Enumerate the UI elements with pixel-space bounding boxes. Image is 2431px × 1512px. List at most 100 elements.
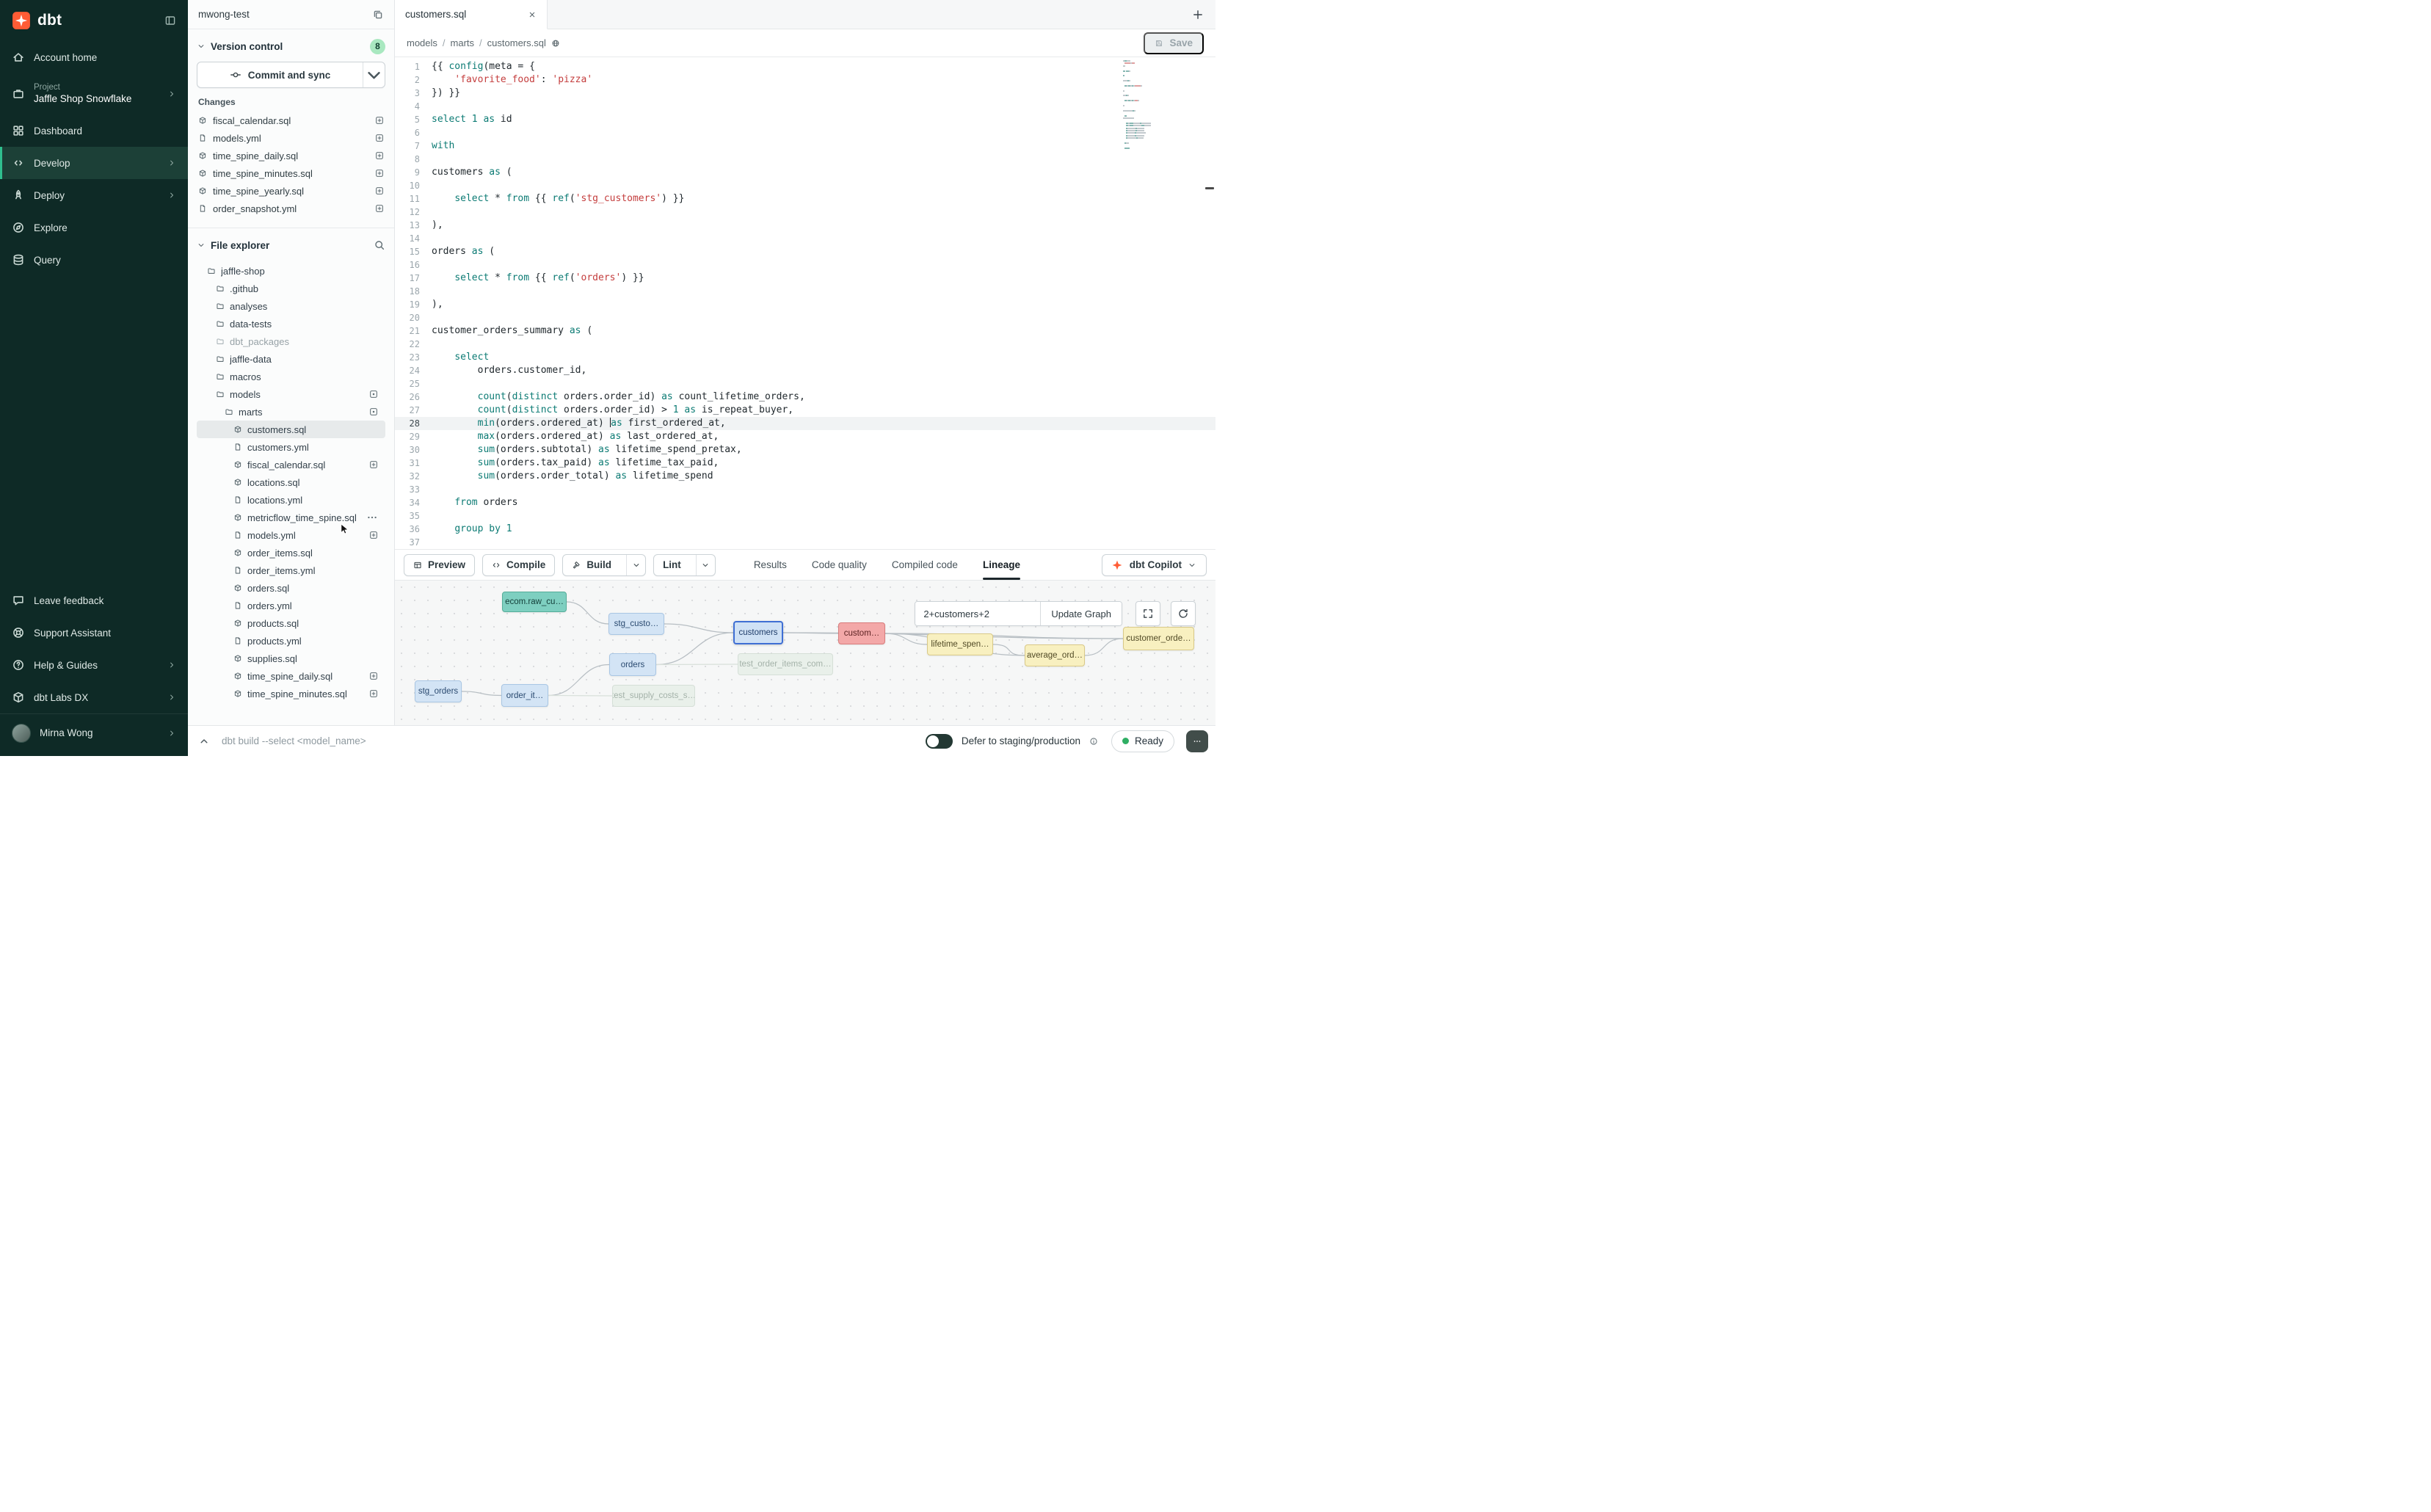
file-tree-item-time-spine-daily-sql[interactable]: time_spine_daily.sql xyxy=(197,667,385,685)
changed-file-row[interactable]: fiscal_calendar.sql xyxy=(197,112,385,129)
sidebar-item-mirna-wong[interactable]: Mirna Wong xyxy=(0,713,188,752)
code-text[interactable]: ), xyxy=(432,298,443,311)
editor-tab-customers[interactable]: customers.sql xyxy=(395,0,548,29)
lint-options-button[interactable] xyxy=(696,555,715,575)
sidebar-item-leave-feedback[interactable]: Leave feedback xyxy=(0,584,188,617)
result-tab-results[interactable]: Results xyxy=(754,550,787,580)
stage-file-button[interactable] xyxy=(375,151,384,160)
code-text[interactable]: min(orders.ordered_at) as first_ordered_… xyxy=(432,417,726,430)
stage-file-button[interactable] xyxy=(369,689,378,698)
stage-file-button[interactable] xyxy=(375,134,384,142)
code-text[interactable]: max(orders.ordered_at) as last_ordered_a… xyxy=(432,430,719,443)
changed-file-row[interactable]: models.yml xyxy=(197,129,385,147)
stage-file-button[interactable] xyxy=(369,672,378,680)
lineage-node-test-supply[interactable]: test_supply_costs_s… xyxy=(612,685,695,707)
code-text[interactable]: select * from {{ ref('stg_customers') }} xyxy=(432,192,684,206)
dbt-copilot-button[interactable]: dbt Copilot xyxy=(1102,554,1207,576)
close-tab-button[interactable] xyxy=(528,10,537,19)
ide-status-badge[interactable]: Ready xyxy=(1111,730,1174,752)
editor-scrollbar-thumb[interactable] xyxy=(1205,187,1214,189)
defer-toggle[interactable] xyxy=(926,734,953,749)
file-tree-item-jaffle-data[interactable]: jaffle-data xyxy=(197,350,385,368)
preview-button[interactable]: Preview xyxy=(404,554,475,576)
file-tree-item-data-tests[interactable]: data-tests xyxy=(197,315,385,332)
changed-file-row[interactable]: order_snapshot.yml xyxy=(197,200,385,217)
file-tree-item-macros[interactable]: macros xyxy=(197,368,385,385)
version-control-header[interactable]: Version control 8 xyxy=(197,35,385,57)
result-tab-code-quality[interactable]: Code quality xyxy=(812,550,867,580)
code-text[interactable]: orders as ( xyxy=(432,245,495,258)
changed-file-row[interactable]: time_spine_yearly.sql xyxy=(197,182,385,200)
code-text[interactable]: customer_orders_summary as ( xyxy=(432,324,592,338)
code-text[interactable]: 'favorite_food': 'pizza' xyxy=(432,73,592,87)
file-tree-item-models[interactable]: models xyxy=(197,385,385,403)
refresh-graph-button[interactable] xyxy=(1171,601,1196,626)
file-tree-item-products-sql[interactable]: products.sql xyxy=(197,614,385,632)
resource-lineage-icon[interactable] xyxy=(551,39,560,48)
code-text[interactable]: from orders xyxy=(432,496,517,509)
new-tab-button[interactable] xyxy=(1192,9,1204,21)
code-text[interactable]: orders.customer_id, xyxy=(432,364,586,377)
save-button[interactable]: Save xyxy=(1144,32,1204,54)
file-tree-item-customers-yml[interactable]: customers.yml xyxy=(197,438,385,456)
stage-file-button[interactable] xyxy=(369,460,378,469)
code-editor[interactable]: 1{{ config(meta = {2 'favorite_food': 'p… xyxy=(395,57,1216,549)
sidebar-collapse-button[interactable] xyxy=(164,15,176,26)
commit-options-button[interactable] xyxy=(363,62,385,87)
file-tree-item-time-spine-minutes-sql[interactable]: time_spine_minutes.sql xyxy=(197,685,385,702)
code-text[interactable]: select 1 as id xyxy=(432,113,512,126)
file-tree-item-jaffle-shop[interactable]: jaffle-shop xyxy=(197,262,385,280)
lineage-node-stg-customers[interactable]: stg_custo… xyxy=(608,613,664,635)
sidebar-item-query[interactable]: Query xyxy=(0,244,188,276)
build-options-button[interactable] xyxy=(626,555,645,575)
changed-file-row[interactable]: time_spine_daily.sql xyxy=(197,147,385,164)
file-tree-item-locations-sql[interactable]: locations.sql xyxy=(197,473,385,491)
breadcrumb-item[interactable]: customers.sql xyxy=(487,37,546,48)
code-text[interactable]: with xyxy=(432,139,454,153)
stage-file-button[interactable] xyxy=(375,169,384,178)
fullscreen-button[interactable] xyxy=(1135,601,1160,626)
file-tree-item-customers-sql[interactable]: customers.sql xyxy=(197,421,385,438)
lineage-node-customers[interactable]: customers xyxy=(733,621,783,644)
code-text[interactable]: sum(orders.order_total) as lifetime_spen… xyxy=(432,470,713,483)
file-tree-item-locations-yml[interactable]: locations.yml xyxy=(197,491,385,509)
build-button[interactable]: Build xyxy=(562,554,646,576)
sidebar-item-deploy[interactable]: Deploy xyxy=(0,179,188,211)
code-text[interactable]: select * from {{ ref('orders') }} xyxy=(432,272,644,285)
lineage-node-test-order-items[interactable]: test_order_items_com… xyxy=(738,653,833,675)
code-text[interactable]: ), xyxy=(432,219,443,232)
lineage-node-order-items[interactable]: order_it… xyxy=(501,684,548,707)
expand-command-bar-button[interactable] xyxy=(198,735,210,747)
stage-file-button[interactable] xyxy=(369,531,378,539)
file-tree-item-order-items-sql[interactable]: order_items.sql xyxy=(197,544,385,561)
code-text[interactable]: customers as ( xyxy=(432,166,512,179)
code-text[interactable]: sum(orders.tax_paid) as lifetime_tax_pai… xyxy=(432,457,719,470)
changed-file-row[interactable]: time_spine_minutes.sql xyxy=(197,164,385,182)
file-tree-item-orders-yml[interactable]: orders.yml xyxy=(197,597,385,614)
code-text[interactable]: count(distinct orders.order_id) as count… xyxy=(432,390,805,404)
breadcrumb-item[interactable]: models xyxy=(407,37,437,48)
result-tab-compiled-code[interactable]: Compiled code xyxy=(892,550,958,580)
file-tree-item-models-yml[interactable]: models.yml xyxy=(197,526,385,544)
compile-button[interactable]: Compile xyxy=(482,554,555,576)
sidebar-item-dbt-labs-dx[interactable]: dbt Labs DX xyxy=(0,681,188,713)
sidebar-item-dashboard[interactable]: Dashboard xyxy=(0,115,188,147)
stage-file-button[interactable] xyxy=(375,204,384,213)
lineage-node-customers-filtered[interactable]: custom… xyxy=(838,622,885,644)
sidebar-item-support-assistant[interactable]: Support Assistant xyxy=(0,617,188,649)
commit-and-sync-button[interactable]: Commit and sync xyxy=(197,62,385,88)
code-text[interactable]: group by 1 xyxy=(432,523,512,536)
graph-selector-input[interactable] xyxy=(915,602,1040,625)
sidebar-item-help-guides[interactable]: Help & Guides xyxy=(0,649,188,681)
file-tree-item-github[interactable]: .github xyxy=(197,280,385,297)
file-tree-item-dbt-packages[interactable]: dbt_packages xyxy=(197,332,385,350)
lineage-node-orders[interactable]: orders xyxy=(609,653,656,676)
file-tree-item-marts[interactable]: marts xyxy=(197,403,385,421)
sidebar-item-account-home[interactable]: Account home xyxy=(0,41,188,73)
info-icon[interactable] xyxy=(1089,737,1098,746)
stage-file-button[interactable] xyxy=(375,186,384,195)
file-tree-item-products-yml[interactable]: products.yml xyxy=(197,632,385,650)
sidebar-item-explore[interactable]: Explore xyxy=(0,211,188,244)
file-explorer-header[interactable]: File explorer xyxy=(197,234,385,256)
stage-file-button[interactable] xyxy=(375,116,384,125)
